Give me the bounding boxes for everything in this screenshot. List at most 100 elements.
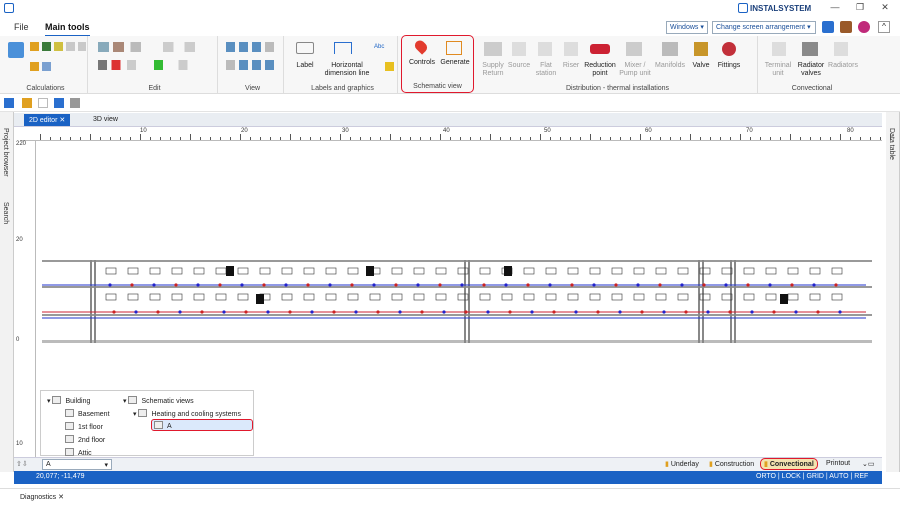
fittings-button[interactable]: Fittings <box>714 62 744 69</box>
reduction-point-button[interactable]: Reduction point <box>582 62 618 78</box>
tree-schematic-views[interactable]: ▾ Schematic views <box>123 396 194 405</box>
calc-icon-4[interactable] <box>66 42 75 51</box>
print-icon[interactable] <box>70 98 80 108</box>
calc-icon-6[interactable] <box>30 62 39 71</box>
radiator-symbol <box>237 293 249 301</box>
ruler-tick-mark <box>280 137 281 140</box>
tab-2d-editor[interactable]: 2D editor ✕ <box>24 114 71 126</box>
mixer-pump-button[interactable]: Mixer / Pump unit <box>618 62 652 78</box>
ruler-tick-mark <box>840 134 841 140</box>
generate-button[interactable]: Generate <box>438 59 472 66</box>
calc-icon-1[interactable] <box>30 42 39 51</box>
calc-icon-5[interactable] <box>78 42 86 51</box>
cloud-icon[interactable] <box>840 21 852 33</box>
ruler-tick-mark <box>80 137 81 140</box>
screen-arrangement-dropdown[interactable]: Change screen arrangement ▾ <box>712 21 816 34</box>
group-label-convectional: Convectional <box>791 85 833 92</box>
edit-icons-row1[interactable] <box>98 42 206 52</box>
valve-symbol <box>750 310 754 314</box>
schematic-drawing[interactable] <box>36 248 882 348</box>
tab-file[interactable]: File <box>14 22 29 32</box>
ruler-tick-mark <box>610 137 611 140</box>
left-sidebar: Project browser Search <box>0 112 14 472</box>
ruler-tick-label: 20 <box>241 128 248 134</box>
radiator-symbol <box>391 293 403 301</box>
valve-button[interactable]: Valve <box>688 62 714 69</box>
search-tab[interactable]: Search <box>2 202 9 224</box>
ruler-tick-mark <box>790 134 791 140</box>
calculator-icon[interactable] <box>8 42 24 58</box>
monitor-icon[interactable] <box>822 21 834 33</box>
zoom-icons-row1[interactable] <box>226 42 276 52</box>
project-browser-tab[interactable]: Project browser <box>2 128 9 177</box>
label-button[interactable]: Label <box>290 62 320 69</box>
windows-dropdown[interactable]: Windows ▾ <box>666 21 708 34</box>
manifolds-button[interactable]: Manifolds <box>654 62 686 69</box>
controls-button[interactable]: Controls <box>406 59 438 66</box>
collapse-ribbon-icon[interactable]: ^ <box>878 21 890 33</box>
diagnostics-tab[interactable]: Diagnostics ✕ <box>20 493 64 501</box>
valve-symbol <box>614 283 618 287</box>
calc-icon-7[interactable] <box>42 62 51 71</box>
text-style-icon[interactable]: Abc <box>374 44 386 52</box>
calc-icon-2[interactable] <box>42 42 51 51</box>
vertical-ruler: 220 20 0 10 <box>14 141 36 457</box>
radiator-symbol <box>479 293 491 301</box>
radiator-symbol <box>765 267 777 275</box>
link-construction[interactable]: ▮ Construction <box>709 460 754 468</box>
riser-button[interactable]: Riser <box>560 62 582 69</box>
close-button[interactable]: ✕ <box>876 2 894 14</box>
data-table-tab[interactable]: Data table <box>888 128 895 160</box>
radiators-button[interactable]: Radiators <box>826 62 860 69</box>
radiator-symbol <box>611 293 623 301</box>
link-underlay[interactable]: ▮ Underlay <box>665 460 699 468</box>
ruler-tick-mark <box>640 134 641 140</box>
logo-icon <box>738 3 748 13</box>
ruler-tick-mark <box>680 137 681 140</box>
app-icon <box>4 3 14 13</box>
tree-floor-1st[interactable]: 1st floor <box>65 422 103 431</box>
tab-main-tools[interactable]: Main tools <box>45 22 90 37</box>
open-icon[interactable] <box>22 98 32 108</box>
ruler-tick-mark <box>470 137 471 140</box>
valve-symbol <box>200 310 204 314</box>
tree-floor-basement[interactable]: Basement <box>65 409 110 418</box>
undo-icon[interactable] <box>54 98 64 108</box>
edit-icons-row2[interactable] <box>98 60 210 70</box>
schematic-icon <box>128 396 138 404</box>
help-icon[interactable] <box>858 21 870 33</box>
horizontal-dimension-button[interactable]: Horizontal dimension line <box>318 62 376 78</box>
group-label-view: View <box>244 85 261 92</box>
calc-icon-3[interactable] <box>54 42 63 51</box>
flat-station-button[interactable]: Flat station <box>532 62 560 78</box>
minimize-button[interactable]: — <box>826 2 844 14</box>
group-labels-graphics: Label Horizontal dimension line Abc Labe… <box>288 36 398 94</box>
tree-view-a[interactable]: A <box>151 419 253 431</box>
tree-heating-cooling[interactable]: ▾ Heating and cooling systems <box>133 409 241 418</box>
ruler-tick-mark <box>670 137 671 140</box>
supply-return-button[interactable]: Supply Return <box>478 62 508 78</box>
tab-3d-view[interactable]: 3D view <box>88 114 123 126</box>
save-icon[interactable] <box>4 98 14 108</box>
ruler-tick-mark <box>760 137 761 140</box>
graphics-icon[interactable] <box>385 62 394 71</box>
valve-symbol <box>530 310 534 314</box>
nav-arrows[interactable]: ⇧⇩ <box>16 460 28 468</box>
link-convectional[interactable]: ▮ Convectional <box>760 458 818 470</box>
view-select[interactable]: A ▾ <box>42 459 112 470</box>
restore-button[interactable]: ❐ <box>851 2 869 14</box>
link-printout[interactable]: Printout <box>826 460 850 467</box>
ruler-tick-mark <box>570 137 571 140</box>
terminal-unit-button[interactable]: Terminal unit <box>762 62 794 78</box>
ruler-tick-mark <box>360 137 361 140</box>
tree-floor-2nd[interactable]: 2nd floor <box>65 435 105 444</box>
bottom-options-icon[interactable]: ⌄▭ <box>862 460 874 468</box>
new-icon[interactable] <box>38 98 48 108</box>
radiator-symbol <box>831 293 843 301</box>
source-button[interactable]: Source <box>506 62 532 69</box>
radiator-valves-button[interactable]: Radiator valves <box>794 62 828 78</box>
tree-building[interactable]: ▾ Building <box>47 396 90 405</box>
zoom-icons-row2[interactable] <box>226 60 276 70</box>
snap-modes[interactable]: ORTO | LOCK | GRID | AUTO | REF <box>756 473 868 480</box>
tree-floor-attic[interactable]: Attic <box>65 448 92 457</box>
